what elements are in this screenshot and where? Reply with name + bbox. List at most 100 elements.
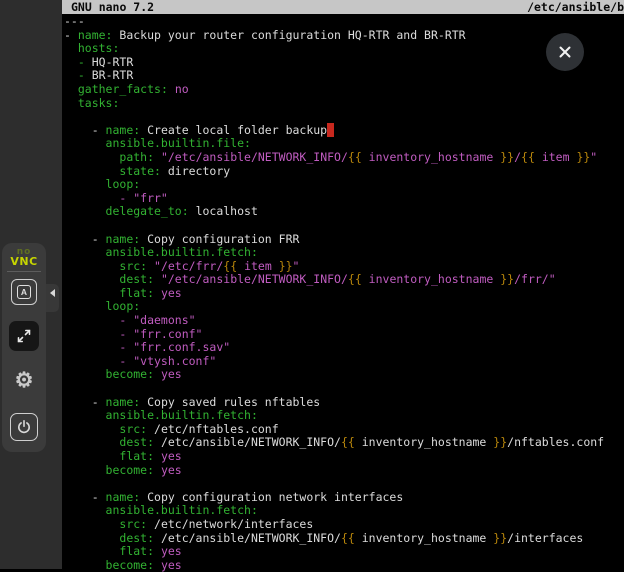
code-segment: --- bbox=[64, 14, 85, 28]
code-segment: Copy configuration FRR bbox=[140, 232, 299, 246]
code-segment bbox=[64, 327, 119, 341]
code-segment bbox=[64, 299, 106, 313]
code-segment: Copy saved rules nftables bbox=[140, 395, 320, 409]
code-segment: src: bbox=[119, 517, 147, 531]
code-segment: - "frr.conf.sav" bbox=[119, 340, 230, 354]
code-segment: }} bbox=[576, 150, 590, 164]
code-segment: loop: bbox=[106, 299, 141, 313]
editor-line: flat: yes bbox=[64, 287, 624, 301]
code-segment: inventory_hostname bbox=[355, 435, 493, 449]
editor-line: ansible.builtin.file: bbox=[64, 137, 624, 151]
code-segment bbox=[64, 286, 119, 300]
code-segment: {{ bbox=[521, 150, 535, 164]
code-segment bbox=[64, 150, 119, 164]
editor-line: - "frr.conf" bbox=[64, 328, 624, 342]
power-icon bbox=[16, 419, 32, 435]
code-segment: - bbox=[64, 490, 106, 504]
code-segment bbox=[154, 272, 161, 286]
code-segment: loop: bbox=[106, 177, 141, 191]
settings-button[interactable]: ⚙ bbox=[11, 367, 37, 393]
code-segment: Copy configuration network interfaces bbox=[140, 490, 403, 504]
code-segment: src: bbox=[119, 422, 147, 436]
editor-line: dest: /etc/ansible/NETWORK_INFO/{{ inven… bbox=[64, 532, 624, 546]
code-segment bbox=[64, 245, 106, 259]
code-segment: inventory_hostname bbox=[362, 150, 500, 164]
code-segment bbox=[64, 435, 119, 449]
editor-line: - HQ-RTR bbox=[64, 56, 624, 70]
code-segment: }} bbox=[493, 435, 507, 449]
code-segment bbox=[64, 177, 106, 191]
code-segment bbox=[154, 544, 161, 558]
editor-line: - name: Create local folder backup bbox=[64, 124, 624, 138]
code-segment: / bbox=[514, 150, 521, 164]
code-segment: flat: bbox=[119, 286, 154, 300]
code-segment: {{ bbox=[223, 259, 237, 273]
code-segment bbox=[64, 517, 119, 531]
code-segment: ansible.builtin.file: bbox=[106, 136, 251, 150]
extra-keys-button[interactable]: A bbox=[11, 279, 37, 305]
code-segment: src: bbox=[119, 259, 147, 273]
code-segment: /etc/ansible/NETWORK_INFO/ bbox=[154, 531, 341, 545]
editor-line: - "vtysh.conf" bbox=[64, 355, 624, 369]
code-segment bbox=[64, 531, 119, 545]
code-segment: localhost bbox=[189, 204, 258, 218]
code-segment: name: bbox=[78, 28, 113, 42]
code-segment: - bbox=[64, 123, 106, 137]
editor-line: - "daemons" bbox=[64, 314, 624, 328]
control-bar-handle[interactable] bbox=[46, 284, 59, 312]
code-segment bbox=[154, 463, 161, 477]
code-segment: {{ bbox=[341, 531, 355, 545]
code-segment bbox=[154, 150, 161, 164]
code-segment bbox=[64, 367, 106, 381]
editor-line: src: "/etc/frr/{{ item }}" bbox=[64, 260, 624, 274]
logo-divider bbox=[7, 271, 41, 272]
editor-line: - "frr.conf.sav" bbox=[64, 341, 624, 355]
code-segment: {{ bbox=[348, 150, 362, 164]
text-cursor bbox=[327, 123, 334, 137]
code-segment: delegate_to: bbox=[106, 204, 189, 218]
editor-line: become: yes bbox=[64, 368, 624, 382]
code-segment: name: bbox=[106, 123, 141, 137]
power-button[interactable] bbox=[10, 413, 38, 441]
fullscreen-button[interactable] bbox=[9, 321, 39, 351]
editor-line: --- bbox=[64, 15, 624, 29]
code-segment: yes bbox=[161, 558, 182, 572]
code-segment bbox=[64, 204, 106, 218]
editor-line bbox=[64, 110, 624, 124]
editor-content[interactable]: ---- name: Backup your router configurat… bbox=[62, 14, 624, 572]
editor-line: ansible.builtin.fetch: bbox=[64, 246, 624, 260]
code-segment: become: bbox=[106, 367, 154, 381]
code-segment: }} bbox=[500, 150, 514, 164]
editor-line: dest: /etc/ansible/NETWORK_INFO/{{ inven… bbox=[64, 436, 624, 450]
close-button[interactable] bbox=[546, 33, 584, 71]
code-segment: ansible.builtin.fetch: bbox=[106, 503, 258, 517]
code-segment: directory bbox=[161, 164, 230, 178]
code-segment bbox=[64, 272, 119, 286]
code-segment: BR-RTR bbox=[92, 68, 134, 82]
code-segment: yes bbox=[161, 449, 182, 463]
novnc-logo-vnc: VNC bbox=[10, 257, 37, 266]
editor-line: path: "/etc/ansible/NETWORK_INFO/{{ inve… bbox=[64, 151, 624, 165]
code-segment: "/etc/ansible/NETWORK_INFO/ bbox=[161, 150, 348, 164]
code-segment: path: bbox=[119, 150, 154, 164]
editor-line: loop: bbox=[64, 178, 624, 192]
editor-line: state: directory bbox=[64, 165, 624, 179]
code-segment: }} bbox=[279, 259, 293, 273]
code-segment: }} bbox=[493, 531, 507, 545]
code-segment bbox=[64, 136, 106, 150]
code-segment bbox=[64, 558, 106, 572]
novnc-control-panel: no VNC A ⚙ bbox=[2, 243, 46, 452]
nano-titlebar: GNU nano 7.2 /etc/ansible/b bbox=[62, 0, 624, 14]
code-segment: name: bbox=[106, 395, 141, 409]
code-segment: /etc/ansible/NETWORK_INFO/ bbox=[154, 435, 341, 449]
code-segment: item bbox=[535, 150, 577, 164]
code-segment: flat: bbox=[119, 449, 154, 463]
editor-line: - BR-RTR bbox=[64, 69, 624, 83]
code-segment: gather_facts: bbox=[78, 82, 168, 96]
code-segment: - bbox=[64, 28, 78, 42]
code-segment: "/etc/ansible/NETWORK_INFO/ bbox=[161, 272, 348, 286]
code-segment: {{ bbox=[341, 435, 355, 449]
terminal[interactable]: GNU nano 7.2 /etc/ansible/b ---- name: B… bbox=[62, 0, 624, 569]
code-segment bbox=[64, 41, 78, 55]
code-segment: - bbox=[78, 68, 92, 82]
